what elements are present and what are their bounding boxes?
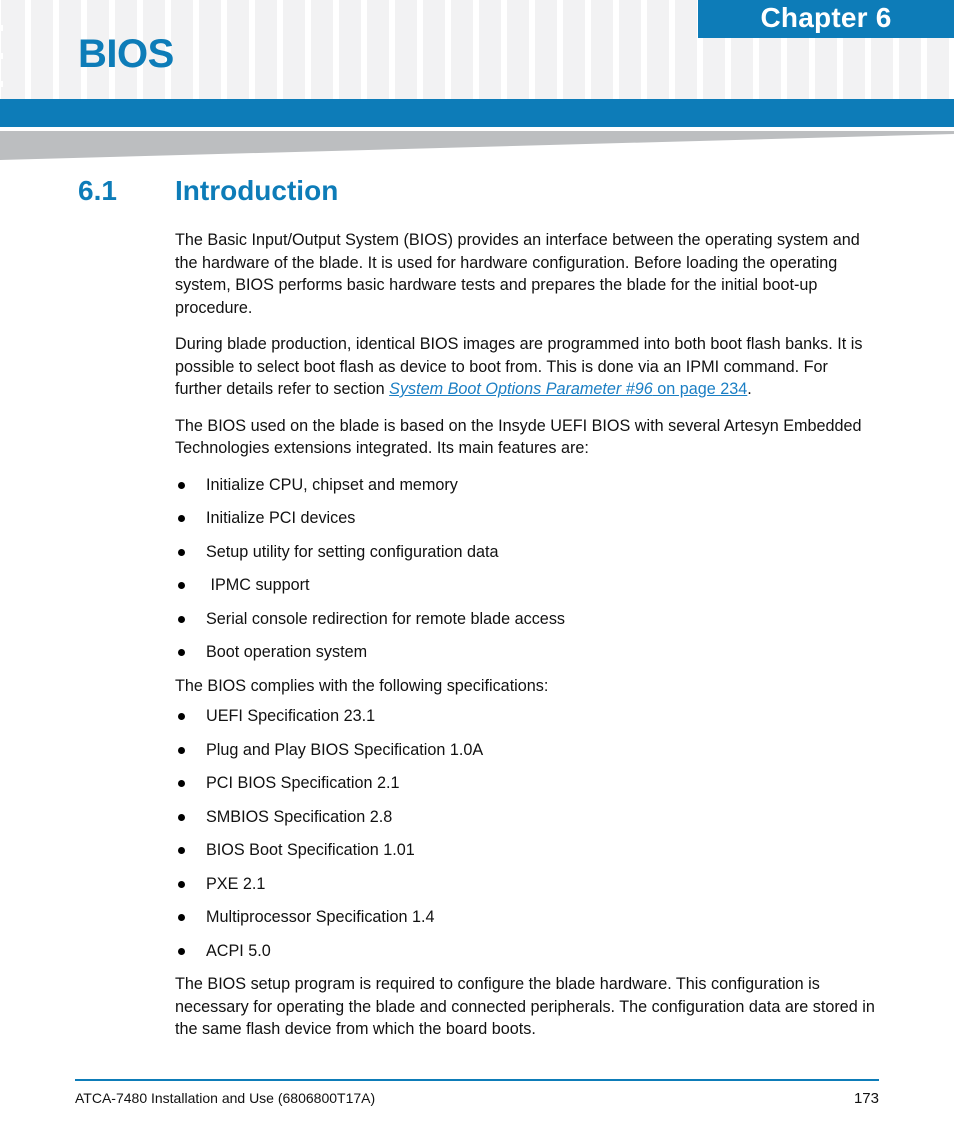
paragraph-flash-banks-tail: . [747,380,752,398]
body-text-column: The Basic Input/Output System (BIOS) pro… [0,229,954,1041]
list-item: PXE 2.1 [175,873,879,895]
chapter-label: Chapter 6 [760,2,892,33]
list-item: Initialize PCI devices [175,507,879,529]
section-number: 6.1 [78,175,117,206]
page-header: Chapter 6 BIOS [0,0,954,99]
list-item: Boot operation system [175,641,879,663]
header-accent-bar [0,99,954,127]
list-item: Initialize CPU, chipset and memory [175,474,879,496]
paragraph-setup-program: The BIOS setup program is required to co… [175,975,875,1038]
features-list: Initialize CPU, chipset and memory Initi… [175,474,879,664]
list-item: SMBIOS Specification 2.8 [175,806,879,828]
cross-reference-link-italic[interactable]: System Boot Options Parameter #96 [389,380,653,398]
section-title: Introduction [175,175,339,206]
chapter-banner: Chapter 6 [698,0,954,38]
list-item: ACPI 5.0 [175,940,879,962]
list-item: IPMC support [175,574,879,596]
paragraph-flash-banks: During blade production, identical BIOS … [175,333,879,401]
list-item: BIOS Boot Specification 1.01 [175,839,879,861]
list-item: UEFI Specification 23.1 [175,705,879,727]
cross-reference-link-page[interactable]: on page 234 [653,380,747,398]
list-item: Setup utility for setting configuration … [175,541,879,563]
specifications-list: UEFI Specification 23.1 Plug and Play BI… [175,705,879,962]
footer-divider [75,1078,879,1081]
section-heading: 6.1 Introduction [0,175,954,207]
paragraph-specs-lead: The BIOS complies with the following spe… [175,676,549,695]
list-item: Multiprocessor Specification 1.4 [175,906,879,928]
page-title: BIOS [78,32,174,76]
footer-document-id: ATCA-7480 Installation and Use (6806800T… [75,1090,376,1106]
paragraph-intro: The Basic Input/Output System (BIOS) pro… [175,231,860,317]
list-item: Serial console redirection for remote bl… [175,608,879,630]
list-item: Plug and Play BIOS Specification 1.0A [175,739,879,761]
header-gray-wedge [0,131,954,163]
paragraph-insyde: The BIOS used on the blade is based on t… [175,416,862,458]
page-content: 6.1 Introduction The Basic Input/Output … [0,175,954,1055]
list-item: PCI BIOS Specification 2.1 [175,772,879,794]
page-footer: ATCA-7480 Installation and Use (6806800T… [75,1078,879,1107]
footer-row: ATCA-7480 Installation and Use (6806800T… [75,1090,879,1107]
footer-page-number: 173 [853,1090,879,1107]
